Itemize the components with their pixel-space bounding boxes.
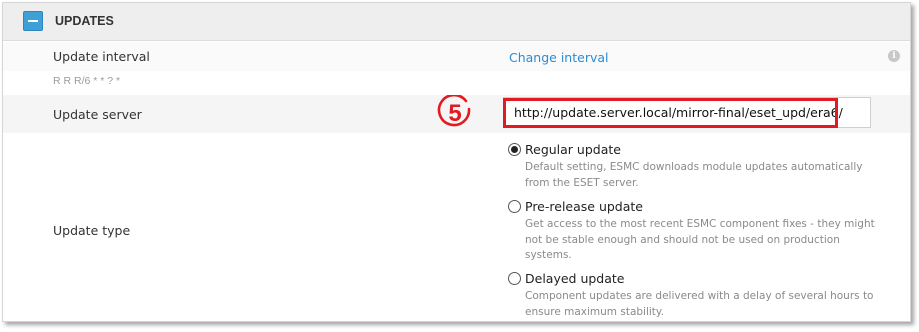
option-label-delayed[interactable]: Delayed update (525, 271, 625, 286)
option-desc-regular: Default setting, ESMC downloads module u… (525, 161, 863, 189)
update-interval-row: Update interval Change interval i (3, 42, 910, 71)
update-type-row: Update type Regular update Default setti… (3, 133, 910, 321)
update-server-input[interactable]: http://update.server.local/mirror-final/… (503, 97, 871, 128)
option-label-prerelease[interactable]: Pre-release update (525, 199, 643, 214)
info-icon[interactable]: i (888, 50, 900, 62)
option-desc-delayed: Component updates are delivered with a d… (525, 290, 874, 318)
callout-number-badge: 5 (437, 95, 471, 127)
update-server-label: Update server (53, 107, 142, 122)
callout-number: 5 (448, 100, 461, 127)
radio-button-delayed[interactable] (508, 272, 521, 285)
section-title: UPDATES (55, 14, 114, 28)
section-header: UPDATES (3, 3, 910, 41)
updates-panel: UPDATES Update interval Change interval … (2, 2, 911, 322)
update-interval-label: Update interval (53, 49, 150, 64)
collapse-minus-icon[interactable] (23, 11, 43, 31)
cron-expression: R R R/6 * * ? * (53, 75, 121, 87)
change-interval-link[interactable]: Change interval (509, 50, 609, 65)
update-type-label: Update type (53, 223, 131, 238)
radio-button-prerelease[interactable] (508, 200, 521, 213)
option-desc-prerelease: Get access to the most recent ESMC compo… (525, 218, 875, 261)
option-label-regular[interactable]: Regular update (525, 142, 621, 157)
update-server-row: Update server http://update.server.local… (3, 95, 910, 133)
radio-button-regular[interactable] (508, 143, 521, 156)
